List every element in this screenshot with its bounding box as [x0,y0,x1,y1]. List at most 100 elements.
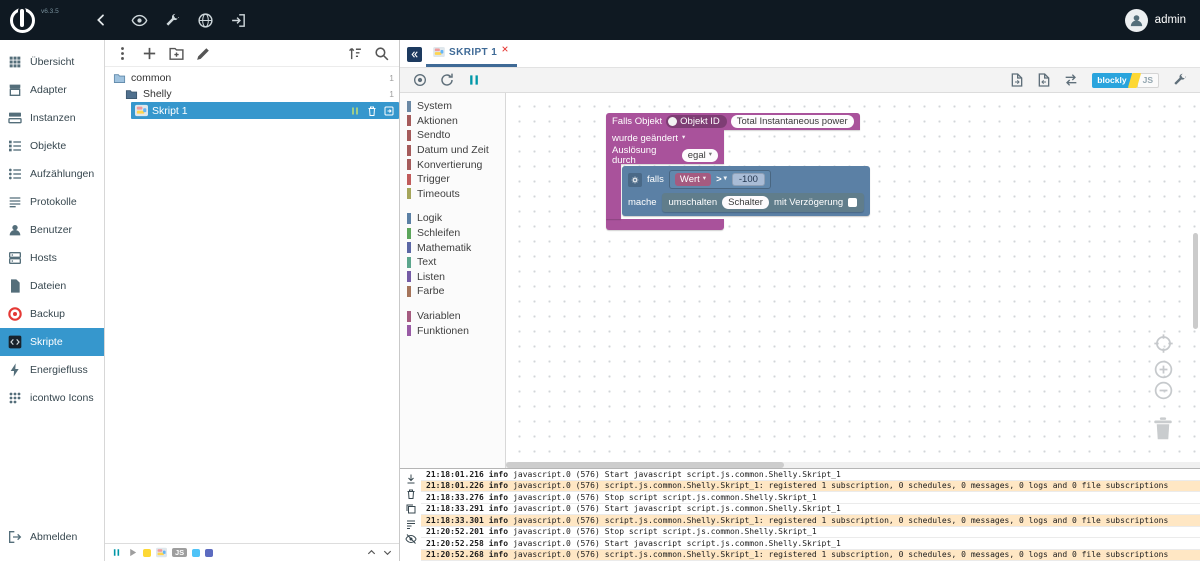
sidebar-item-hosts[interactable]: Hosts [0,244,104,272]
object-id-chip[interactable]: Objekt ID [666,115,727,128]
toggle-block[interactable]: umschalten Schalter mit Verzögerung [662,193,865,212]
sidebar-item-dateien[interactable]: Dateien [0,272,104,300]
zoom-out-icon[interactable] [1153,380,1174,401]
expand-all-icon[interactable] [382,547,393,558]
collapse-all-icon[interactable] [366,547,377,558]
pause-script-icon[interactable] [466,72,482,88]
toggle-target-field[interactable]: Schalter [722,196,769,209]
horizontal-scrollbar[interactable] [506,462,1200,468]
toolbox-category-timeouts[interactable]: Timeouts [400,187,505,202]
toolbox-category-funktionen[interactable]: Funktionen [400,323,505,338]
sidebar-item-protokolle[interactable]: Protokolle [0,188,104,216]
blockly-icon [433,47,445,57]
tab-menu-icon[interactable] [407,47,422,62]
filter-rules-icon[interactable] [205,549,213,557]
sidebar-item-instanzen[interactable]: Instanzen [0,104,104,132]
category-label: System [417,100,452,112]
sidebar-item-benutzer[interactable]: Benutzer [0,216,104,244]
log-source: javascript.0 (576) [513,481,600,490]
zoom-in-icon[interactable] [1153,359,1174,380]
globe-icon[interactable] [197,12,214,29]
scrollbar-thumb[interactable] [506,462,784,468]
sidebar-item-backup[interactable]: Backup [0,300,104,328]
filter-running-icon[interactable] [127,547,138,558]
visibility-icon[interactable] [131,12,148,29]
filter-js-badge[interactable]: JS [172,548,187,558]
category-color-bar [407,101,411,112]
restart-script-icon[interactable] [439,72,455,88]
toolbox-category-aktionen[interactable]: Aktionen [400,114,505,129]
clear-log-icon[interactable] [405,488,417,500]
sidebar-item-skripte[interactable]: Skripte [0,328,104,356]
sort-icon[interactable] [346,45,363,62]
exit-app-icon[interactable] [230,12,247,29]
sidebar-item-uebersicht[interactable]: Übersicht [0,48,104,76]
filter-blockly-icon[interactable] [156,547,167,558]
blockly-settings-wrench-icon[interactable] [1172,72,1188,88]
wrench-icon[interactable] [164,12,181,29]
toolbox-category-farbe[interactable]: Farbe [400,284,505,299]
compare-block[interactable]: Wert▾ >▾ -100 [669,170,771,189]
menu-dots-icon[interactable] [114,45,131,62]
filter-paused-icon[interactable] [111,547,122,558]
toolbox-category-datum-und-zeit[interactable]: Datum und Zeit [400,143,505,158]
sidebar-item-icontwo[interactable]: icontwo Icons [0,384,104,412]
delete-script-icon[interactable] [366,105,378,117]
toolbox-category-listen[interactable]: Listen [400,270,505,285]
add-folder-button[interactable] [168,45,185,62]
import-blocks-icon[interactable] [1036,72,1052,88]
export-blocks-icon[interactable] [1009,72,1025,88]
edit-pencil-icon[interactable] [195,45,212,62]
operator-dropdown[interactable]: >▾ [716,175,727,185]
tree-folder-common[interactable]: common 1 [105,70,399,86]
zoom-reset-icon[interactable] [1153,333,1174,354]
user-menu[interactable]: admin [1125,9,1186,32]
blockly-js-toggle[interactable]: blockly JS [1092,73,1159,88]
tree-script-skript-1[interactable]: Skript 1 [131,102,399,119]
sidebar-item-aufzaehlungen[interactable]: Aufzählungen [0,160,104,188]
chevron-left-icon[interactable] [93,12,109,28]
object-name-field[interactable]: Total Instantaneous power [731,115,854,128]
trash-icon[interactable] [1148,411,1178,445]
swap-icon[interactable] [1063,72,1079,88]
trigger-event-dropdown[interactable]: wurde geändert [612,134,678,144]
value-block[interactable]: Wert▾ [675,173,711,186]
toolbox-category-logik[interactable]: Logik [400,211,505,226]
toolbox-category-mathematik[interactable]: Mathematik [400,240,505,255]
toolbox-category-konvertierung[interactable]: Konvertierung [400,157,505,172]
copy-log-icon[interactable] [405,503,417,515]
toolbox-category-sendto[interactable]: Sendto [400,128,505,143]
category-color-bar [407,174,411,185]
toolbox-category-system[interactable]: System [400,99,505,114]
trigger-block-header[interactable]: Falls Objekt Objekt ID Total Instantaneo… [606,113,860,130]
wrap-lines-icon[interactable] [405,518,417,530]
delay-checkbox[interactable] [848,198,857,207]
filter-typescript-icon[interactable] [192,549,200,557]
filter-js-color[interactable] [143,549,151,557]
download-log-icon[interactable] [405,473,417,485]
blockly-canvas[interactable]: Falls Objekt Objekt ID Total Instantaneo… [506,93,1200,468]
trigger-condition-dropdown[interactable]: egal▾ [682,149,718,162]
sidebar-item-energiefluss[interactable]: Energiefluss [0,356,104,384]
logout-button[interactable]: Abmelden [0,523,104,551]
toolbox-category-schleifen[interactable]: Schleifen [400,226,505,241]
tab-skript-1[interactable]: SKRIPT 1 [426,42,517,67]
toolbox-category-text[interactable]: Text [400,255,505,270]
mutator-gear-icon[interactable] [628,173,642,187]
check-blocks-icon[interactable] [412,72,428,88]
hide-log-icon[interactable] [405,533,417,545]
number-field[interactable]: -100 [732,173,765,186]
toolbox-category-trigger[interactable]: Trigger [400,172,505,187]
sidebar-item-objekte[interactable]: Objekte [0,132,104,160]
toolbox-category-variablen[interactable]: Variablen [400,309,505,324]
export-script-icon[interactable] [383,105,395,117]
close-tab-icon[interactable] [501,45,509,53]
pause-script-icon[interactable] [349,105,361,117]
sidebar-item-adapter[interactable]: Adapter [0,76,104,104]
tree-folder-shelly[interactable]: Shelly 1 [105,86,399,102]
search-icon[interactable] [373,45,390,62]
add-script-button[interactable] [141,45,158,62]
vertical-scrollbar[interactable] [1193,233,1198,329]
log-message: Stop script script.js.common.Shelly.Skri… [605,527,817,536]
if-block[interactable]: falls Wert▾ >▾ -100 mache [622,166,870,216]
